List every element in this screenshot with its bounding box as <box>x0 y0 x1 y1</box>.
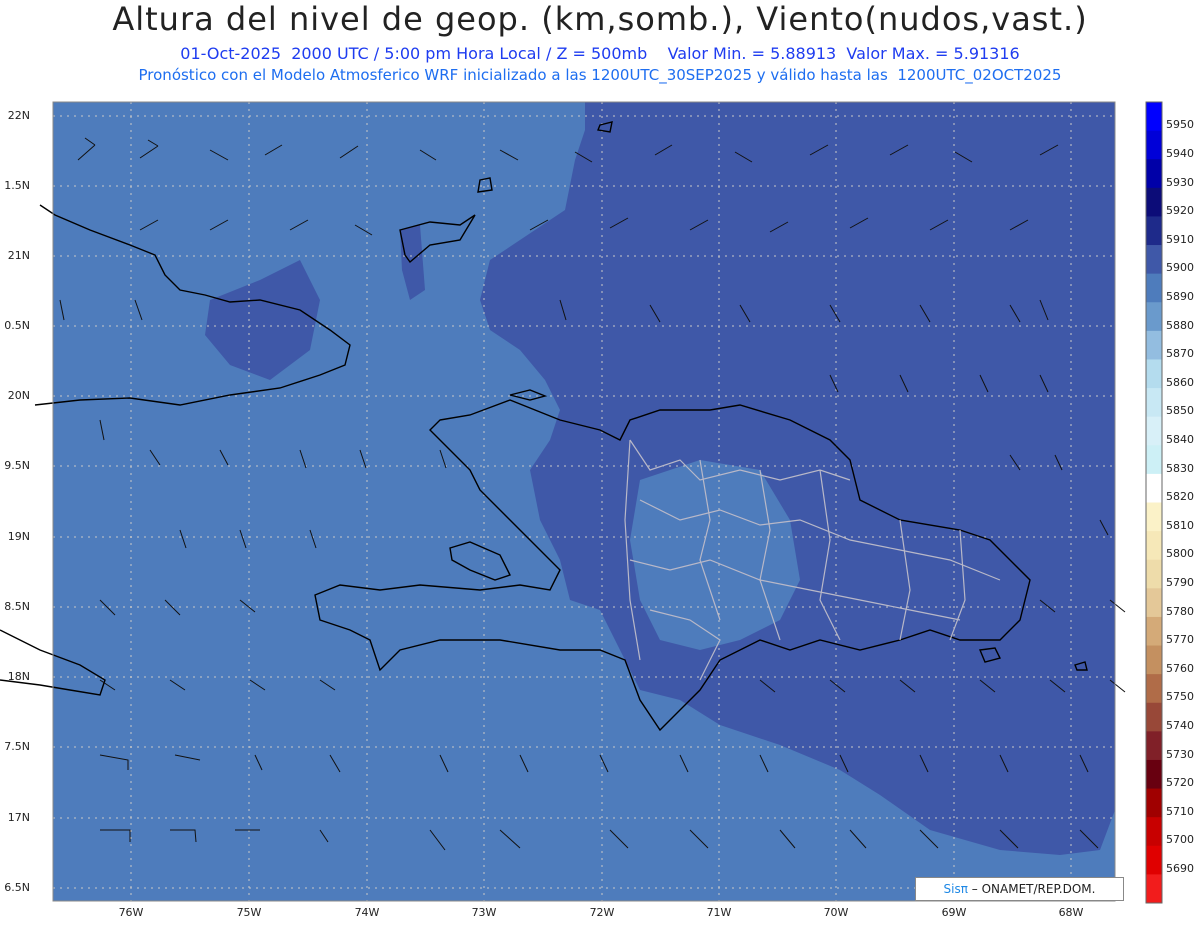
colorbar-label: 5930 <box>1166 175 1194 189</box>
lon-label: 75W <box>236 906 262 919</box>
colorbar-swatch <box>1146 845 1162 875</box>
colorbar-label: 5750 <box>1166 690 1194 704</box>
colorbar <box>1145 101 1163 904</box>
lon-label: 68W <box>1058 906 1084 919</box>
colorbar-swatch <box>1146 645 1162 675</box>
colorbar-label: 5800 <box>1166 547 1194 561</box>
colorbar-label: 5700 <box>1166 833 1194 847</box>
lat-label: 9.5N <box>4 459 30 472</box>
colorbar-label: 5760 <box>1166 661 1194 675</box>
colorbar-label: 5790 <box>1166 576 1194 590</box>
lat-label: 6.5N <box>4 881 30 894</box>
lon-label: 71W <box>706 906 732 919</box>
lat-label: 20N <box>7 389 30 402</box>
colorbar-swatch <box>1146 531 1162 561</box>
colorbar-label: 5710 <box>1166 804 1194 818</box>
colorbar-label: 5840 <box>1166 432 1194 446</box>
colorbar-label: 5730 <box>1166 747 1194 761</box>
valid-time-line: 01-Oct-2025 2000 UTC / 5:00 pm Hora Loca… <box>180 44 1020 63</box>
lon-label: 72W <box>589 906 615 919</box>
colorbar-swatch <box>1146 588 1162 618</box>
lon-label: 76W <box>118 906 144 919</box>
lat-label: 21N <box>7 249 30 262</box>
colorbar-label: 5890 <box>1166 289 1194 303</box>
colorbar-swatch <box>1146 416 1162 446</box>
credit-text: – ONAMET/REP.DOM. <box>967 882 1096 896</box>
colorbar-swatch <box>1146 616 1162 647</box>
colorbar-label: 5820 <box>1166 490 1194 504</box>
colorbar-label: 5850 <box>1166 404 1194 418</box>
lat-label: 7.5N <box>4 740 30 753</box>
colorbar-swatch <box>1146 702 1162 732</box>
colorbar-label: 5900 <box>1166 261 1194 275</box>
colorbar-label: 5920 <box>1166 204 1194 218</box>
colorbar-label: 5940 <box>1166 146 1194 160</box>
colorbar-swatch <box>1146 159 1162 189</box>
lat-label: 18N <box>7 670 30 683</box>
credit-logo: Sisπ <box>943 882 968 896</box>
lat-label: 17N <box>7 811 30 824</box>
colorbar-swatch <box>1146 102 1162 132</box>
lon-label: 74W <box>354 906 380 919</box>
colorbar-swatch <box>1146 731 1162 761</box>
colorbar-swatch <box>1146 874 1162 904</box>
colorbar-swatch <box>1146 216 1162 246</box>
lat-label: 1.5N <box>4 179 30 192</box>
colorbar-swatch <box>1146 788 1162 818</box>
colorbar-label: 5770 <box>1166 633 1194 647</box>
lat-label: 0.5N <box>4 319 30 332</box>
colorbar-swatch <box>1146 502 1162 532</box>
lon-label: 73W <box>471 906 497 919</box>
colorbar-label: 5740 <box>1166 719 1194 733</box>
colorbar-label: 5870 <box>1166 347 1194 361</box>
colorbar-swatch <box>1146 817 1162 847</box>
colorbar-swatch <box>1146 445 1162 475</box>
colorbar-label: 5880 <box>1166 318 1194 332</box>
colorbar-label: 5910 <box>1166 232 1194 246</box>
lat-label: 8.5N <box>4 600 30 613</box>
lon-label: 70W <box>823 906 849 919</box>
colorbar-label: 5810 <box>1166 518 1194 532</box>
colorbar-swatch <box>1146 674 1162 704</box>
colorbar-swatch <box>1146 245 1162 275</box>
model-info-line: Pronóstico con el Modelo Atmosferico WRF… <box>138 66 1062 84</box>
colorbar-label: 5720 <box>1166 776 1194 790</box>
colorbar-swatch <box>1146 273 1162 303</box>
colorbar-swatch <box>1146 559 1162 589</box>
colorbar-label: 5830 <box>1166 461 1194 475</box>
credit-box: Sisπ – ONAMET/REP.DOM. <box>915 877 1124 901</box>
colorbar-label: 5860 <box>1166 375 1194 389</box>
colorbar-swatch <box>1146 302 1162 332</box>
lat-label: 19N <box>7 530 30 543</box>
lat-label: 22N <box>7 109 30 122</box>
colorbar-label: 5780 <box>1166 604 1194 618</box>
lon-label: 69W <box>941 906 967 919</box>
colorbar-label: 5950 <box>1166 118 1194 132</box>
colorbar-label: 5690 <box>1166 862 1194 876</box>
colorbar-swatch <box>1146 187 1162 217</box>
colorbar-swatch <box>1146 388 1162 418</box>
map-title: Altura del nivel de geop. (km,somb.), Vi… <box>112 0 1088 38</box>
colorbar-swatch <box>1146 473 1162 503</box>
colorbar-swatch <box>1146 130 1162 160</box>
colorbar-swatch <box>1146 330 1162 360</box>
colorbar-swatch <box>1146 759 1162 790</box>
weather-map <box>0 101 1163 904</box>
colorbar-swatch <box>1146 359 1162 389</box>
